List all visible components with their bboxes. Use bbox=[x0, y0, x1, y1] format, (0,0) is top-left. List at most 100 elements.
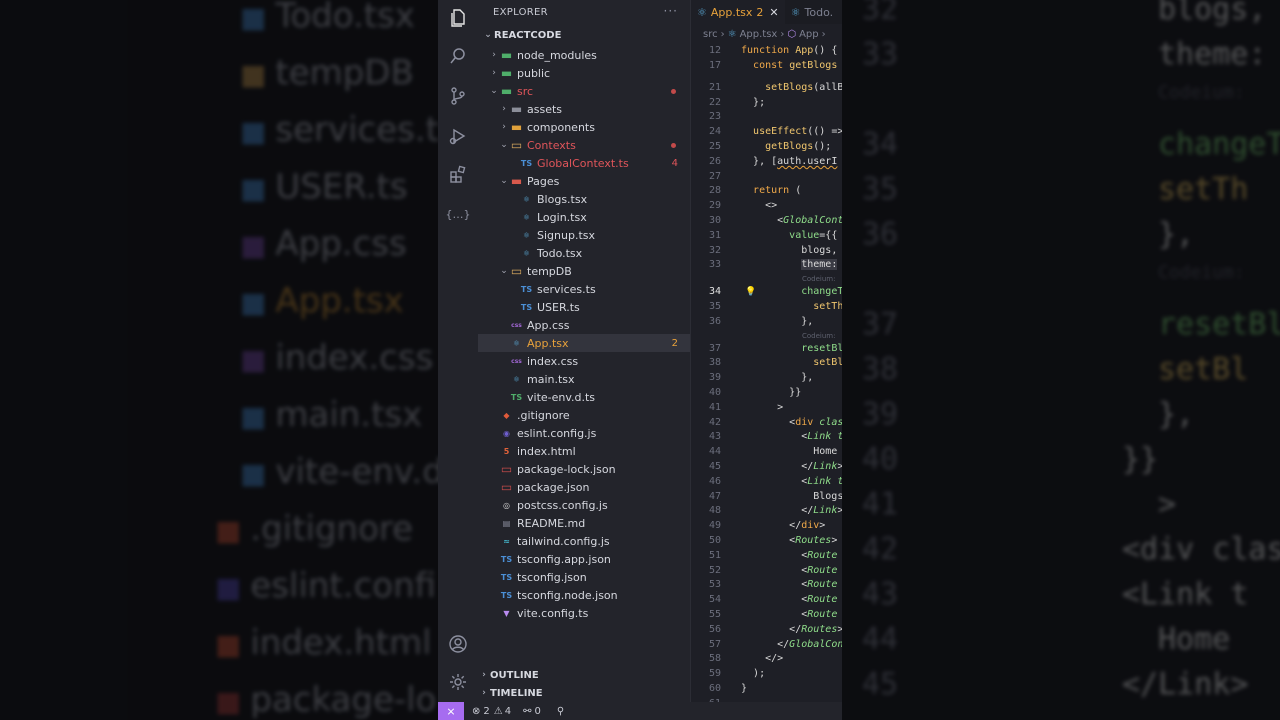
tree-item[interactable]: css App.css bbox=[478, 316, 690, 334]
breadcrumb-file[interactable]: App.tsx bbox=[740, 29, 778, 40]
tree-item[interactable]: ⚛ Blogs.tsx bbox=[478, 190, 690, 208]
search-icon[interactable] bbox=[446, 44, 470, 68]
tree-item[interactable]: ⌄ ▭ tempDB bbox=[478, 262, 690, 280]
tab-app-tsx[interactable]: ⚛ App.tsx 2 ✕ bbox=[691, 0, 785, 25]
tree-item[interactable]: ▭ package-lock.json bbox=[478, 460, 690, 478]
code-editor[interactable]: ⚛ App.tsx 2 ✕ ⚛ Todo. src › ⚛ App.tsx › … bbox=[691, 0, 842, 702]
code-line[interactable]: 41 > bbox=[691, 401, 783, 415]
code-line[interactable]: 34 changeT 💡 bbox=[691, 285, 842, 299]
code-line[interactable]: 60} bbox=[691, 682, 747, 696]
code-line[interactable]: 12 function App() { bbox=[691, 44, 837, 58]
tree-item[interactable]: ⚛ Login.tsx bbox=[478, 208, 690, 226]
code-line[interactable]: 25 getBlogs(); bbox=[691, 140, 831, 154]
code-line[interactable]: 45 </Link> bbox=[691, 460, 842, 474]
outline-section[interactable]: › OUTLINE bbox=[478, 666, 690, 684]
source-control-icon[interactable] bbox=[446, 84, 470, 108]
tree-item[interactable]: ⌄ ▬ Pages bbox=[478, 172, 690, 190]
lightbulb-icon[interactable]: 💡 bbox=[745, 285, 756, 299]
code-line[interactable]: 31 value={{ bbox=[691, 229, 837, 243]
timeline-section[interactable]: › TIMELINE bbox=[478, 684, 690, 702]
code-line[interactable]: 17 const getBlogs bbox=[691, 59, 837, 73]
code-line[interactable]: 36 }, bbox=[691, 315, 813, 329]
ports-count[interactable]: 0 bbox=[535, 706, 541, 717]
tree-item[interactable]: ◉ eslint.config.js bbox=[478, 424, 690, 442]
codeium-lens[interactable]: Codeium: bbox=[802, 332, 835, 340]
tree-item[interactable]: ⌄ ▭ Contexts bbox=[478, 136, 690, 154]
tab-todo-tsx[interactable]: ⚛ Todo. bbox=[785, 0, 839, 24]
code-line[interactable]: 33 theme: bbox=[691, 258, 838, 272]
tree-item[interactable]: TS services.ts bbox=[478, 280, 690, 298]
code-line[interactable]: 39 }, bbox=[691, 371, 813, 385]
code-line[interactable]: 44 Home bbox=[691, 445, 837, 459]
tree-item[interactable]: › ▬ node_modules bbox=[478, 46, 690, 64]
code-line[interactable]: 26 }, [auth.userI bbox=[691, 155, 837, 169]
tree-item[interactable]: TS tsconfig.json bbox=[478, 568, 690, 586]
tree-item[interactable]: ⚛ Signup.tsx bbox=[478, 226, 690, 244]
tree-item[interactable]: ⌄ ▬ src bbox=[478, 82, 690, 100]
tree-item[interactable]: ◆ .gitignore bbox=[478, 406, 690, 424]
tree-item[interactable]: css index.css bbox=[478, 352, 690, 370]
code-line[interactable]: 24 useEffect(() => bbox=[691, 125, 842, 139]
sync-icon[interactable]: ⚲ bbox=[557, 706, 564, 717]
tree-item[interactable]: ◎ postcss.config.js bbox=[478, 496, 690, 514]
tree-item[interactable]: ⚛ App.tsx 2 bbox=[478, 334, 690, 352]
code-line[interactable]: 52 <Route bbox=[691, 564, 837, 578]
code-line[interactable]: 28 return ( bbox=[691, 184, 801, 198]
tree-item[interactable]: ⚛ Todo.tsx bbox=[478, 244, 690, 262]
tree-item[interactable]: ⚛ main.tsx bbox=[478, 370, 690, 388]
tree-item[interactable]: ▭ package.json bbox=[478, 478, 690, 496]
breadcrumb-src[interactable]: src bbox=[703, 29, 718, 40]
code-line[interactable]: 51 <Route bbox=[691, 549, 837, 563]
code-line[interactable]: 46 <Link t bbox=[691, 475, 842, 489]
code-line[interactable]: 50 <Routes> bbox=[691, 534, 837, 548]
settings-gear-icon[interactable] bbox=[446, 670, 470, 694]
explorer-files-icon[interactable] bbox=[446, 6, 470, 30]
code-line[interactable]: 43 <Link t bbox=[691, 430, 842, 444]
extensions-icon[interactable] bbox=[446, 162, 470, 186]
tree-item[interactable]: › ▬ assets bbox=[478, 100, 690, 118]
tree-item[interactable]: 5 index.html bbox=[478, 442, 690, 460]
close-icon[interactable]: ✕ bbox=[769, 6, 778, 19]
code-line[interactable]: 32 blogs, bbox=[691, 244, 837, 258]
code-line[interactable]: 49 </div> bbox=[691, 519, 825, 533]
tree-item[interactable]: TS tsconfig.app.json bbox=[478, 550, 690, 568]
code-line[interactable]: 27 bbox=[691, 170, 741, 184]
code-line[interactable]: 40 }} bbox=[691, 386, 801, 400]
code-line[interactable]: 55 <Route bbox=[691, 608, 837, 622]
more-actions-icon[interactable]: ··· bbox=[664, 4, 678, 18]
code-line[interactable]: 38 setBl bbox=[691, 356, 842, 370]
code-line[interactable]: 22 }; bbox=[691, 96, 765, 110]
account-icon[interactable] bbox=[446, 632, 470, 656]
code-line[interactable]: 21 setBlogs(allB bbox=[691, 81, 842, 95]
tree-item[interactable]: ▤ README.md bbox=[478, 514, 690, 532]
remote-indicator-icon[interactable]: ⨯ bbox=[438, 702, 464, 720]
run-debug-icon[interactable] bbox=[446, 124, 470, 148]
tree-item[interactable]: TS USER.ts bbox=[478, 298, 690, 316]
code-line[interactable]: 56 </Routes> bbox=[691, 623, 842, 637]
code-line[interactable]: 37 resetBl bbox=[691, 342, 842, 356]
tree-item[interactable]: TS GlobalContext.ts 4 bbox=[478, 154, 690, 172]
code-line[interactable]: 57 </GlobalCon bbox=[691, 638, 842, 652]
tree-item[interactable]: TS tsconfig.node.json bbox=[478, 586, 690, 604]
code-line[interactable]: 54 <Route bbox=[691, 593, 837, 607]
code-line[interactable]: 59 ); bbox=[691, 667, 765, 681]
code-line[interactable]: 35 setTh bbox=[691, 300, 842, 314]
code-line[interactable]: 47 Blogs bbox=[691, 490, 842, 504]
tree-item[interactable]: TS vite-env.d.ts bbox=[478, 388, 690, 406]
tree-item[interactable]: ▼ vite.config.ts bbox=[478, 604, 690, 622]
tree-item[interactable]: › ▬ components bbox=[478, 118, 690, 136]
tree-item[interactable]: › ▬ public bbox=[478, 64, 690, 82]
code-line[interactable]: 23 bbox=[691, 110, 741, 124]
code-line[interactable]: 29 <> bbox=[691, 199, 777, 213]
code-line[interactable]: 53 <Route bbox=[691, 578, 837, 592]
codeium-icon[interactable]: {…} bbox=[446, 202, 471, 226]
breadcrumb-symbol[interactable]: App bbox=[799, 29, 819, 40]
tree-item[interactable]: ≈ tailwind.config.js bbox=[478, 532, 690, 550]
code-line[interactable]: 42 <div clas bbox=[691, 416, 842, 430]
code-line[interactable]: 48 </Link> bbox=[691, 504, 842, 518]
project-folder-header[interactable]: ⌄ REACTCODE bbox=[478, 24, 690, 46]
code-line[interactable]: 30 <GlobalCont bbox=[691, 214, 842, 228]
codeium-lens[interactable]: Codeium: bbox=[802, 275, 835, 283]
warning-count[interactable]: 4 bbox=[505, 706, 511, 717]
code-line[interactable]: 58 </> bbox=[691, 652, 783, 666]
